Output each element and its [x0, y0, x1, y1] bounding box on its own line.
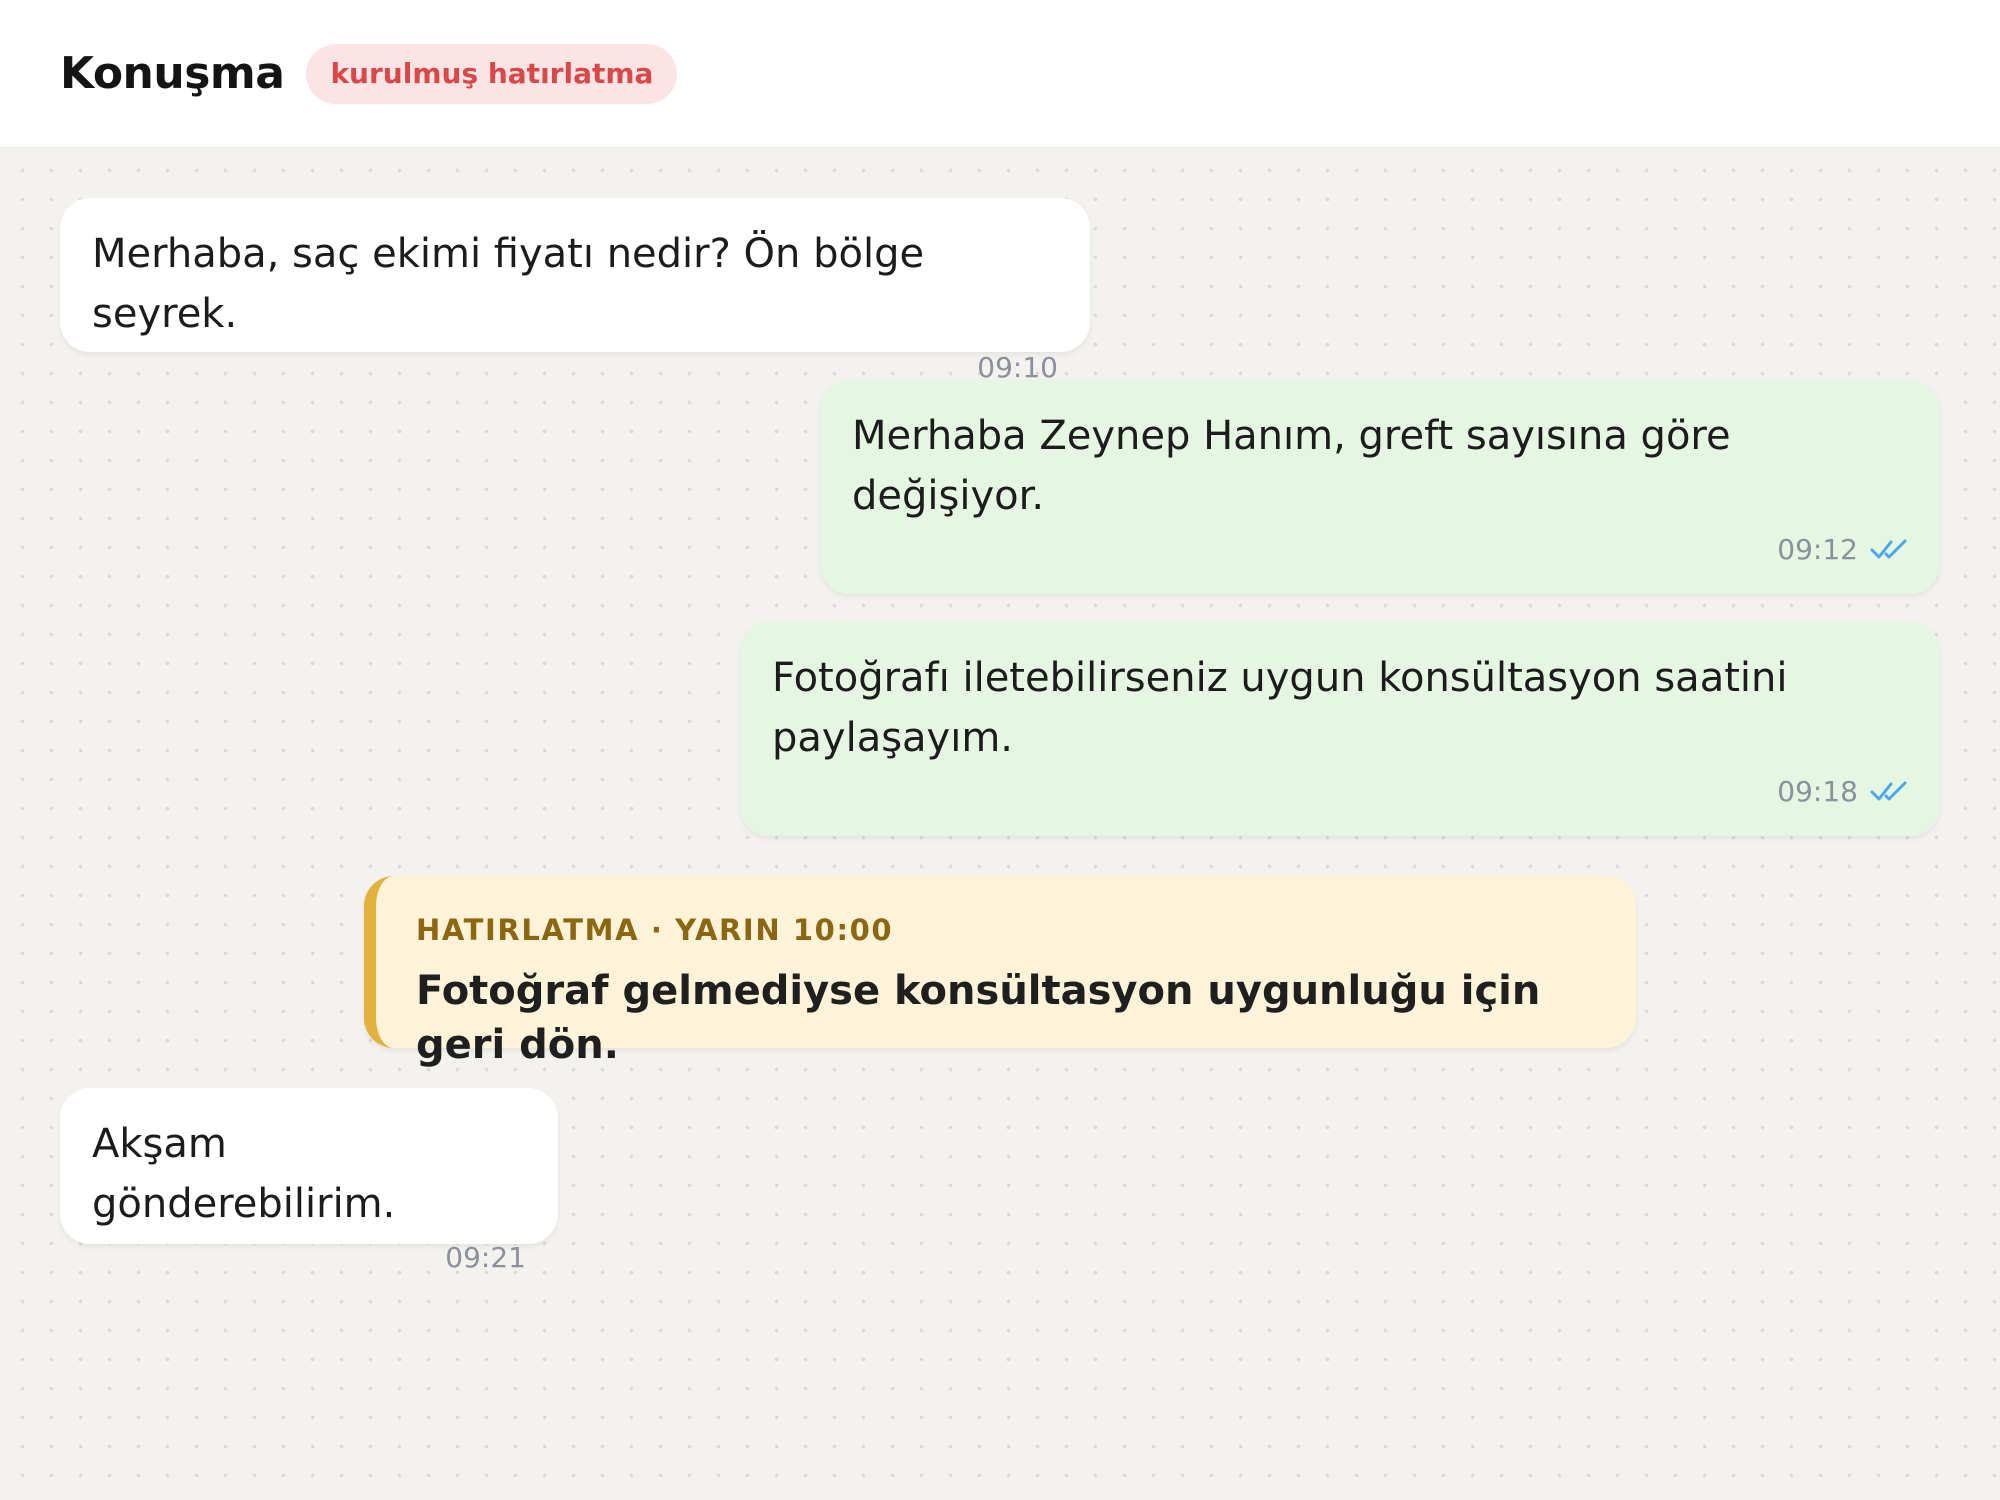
page-title: Konuşma: [60, 48, 285, 99]
message-text: Akşam gönderebilirim.: [92, 1121, 396, 1227]
double-check-icon: [1870, 781, 1907, 801]
message-text: Merhaba Zeynep Hanım, greft sayısına gör…: [852, 413, 1731, 519]
reminder-card[interactable]: HATIRLATMA · YARIN 10:00 Fotoğraf gelmed…: [364, 876, 1636, 1068]
message-bubble-outgoing[interactable]: Fotoğrafı iletebilirseniz uygun konsülta…: [740, 622, 1940, 836]
message-text: Merhaba, saç ekimi fiyatı nedir? Ön bölg…: [92, 231, 925, 337]
double-check-icon: [1870, 539, 1907, 559]
message-time: 09:10: [977, 350, 1058, 384]
message-meta: 09:21: [92, 1238, 526, 1276]
reminder-label: HATIRLATMA · YARIN 10:00: [416, 913, 894, 947]
message-meta: 09:12: [852, 530, 1908, 568]
message-bubble-incoming[interactable]: Akşam gönderebilirim. 09:21: [60, 1088, 558, 1274]
message-meta: 09:18: [772, 772, 1908, 810]
reminder-status-badge[interactable]: kurulmuş hatırlatma: [306, 43, 678, 104]
conversation-header: Konuşma kurulmuş hatırlatma: [0, 0, 2000, 148]
message-text: Fotoğrafı iletebilirseniz uygun konsülta…: [772, 655, 1788, 761]
message-time: 09:12: [1777, 532, 1858, 566]
message-bubble-outgoing[interactable]: Merhaba Zeynep Hanım, greft sayısına gör…: [820, 380, 1940, 594]
message-time: 09:21: [445, 1240, 526, 1274]
reminder-text: Fotoğraf gelmediyse konsültasyon uygunlu…: [416, 968, 1541, 1068]
message-bubble-incoming[interactable]: Merhaba, saç ekimi fiyatı nedir? Ön bölg…: [60, 198, 1090, 384]
conversation-screen: Konuşma kurulmuş hatırlatma Merhaba, saç…: [0, 0, 2000, 1500]
message-time: 09:18: [1777, 774, 1858, 808]
